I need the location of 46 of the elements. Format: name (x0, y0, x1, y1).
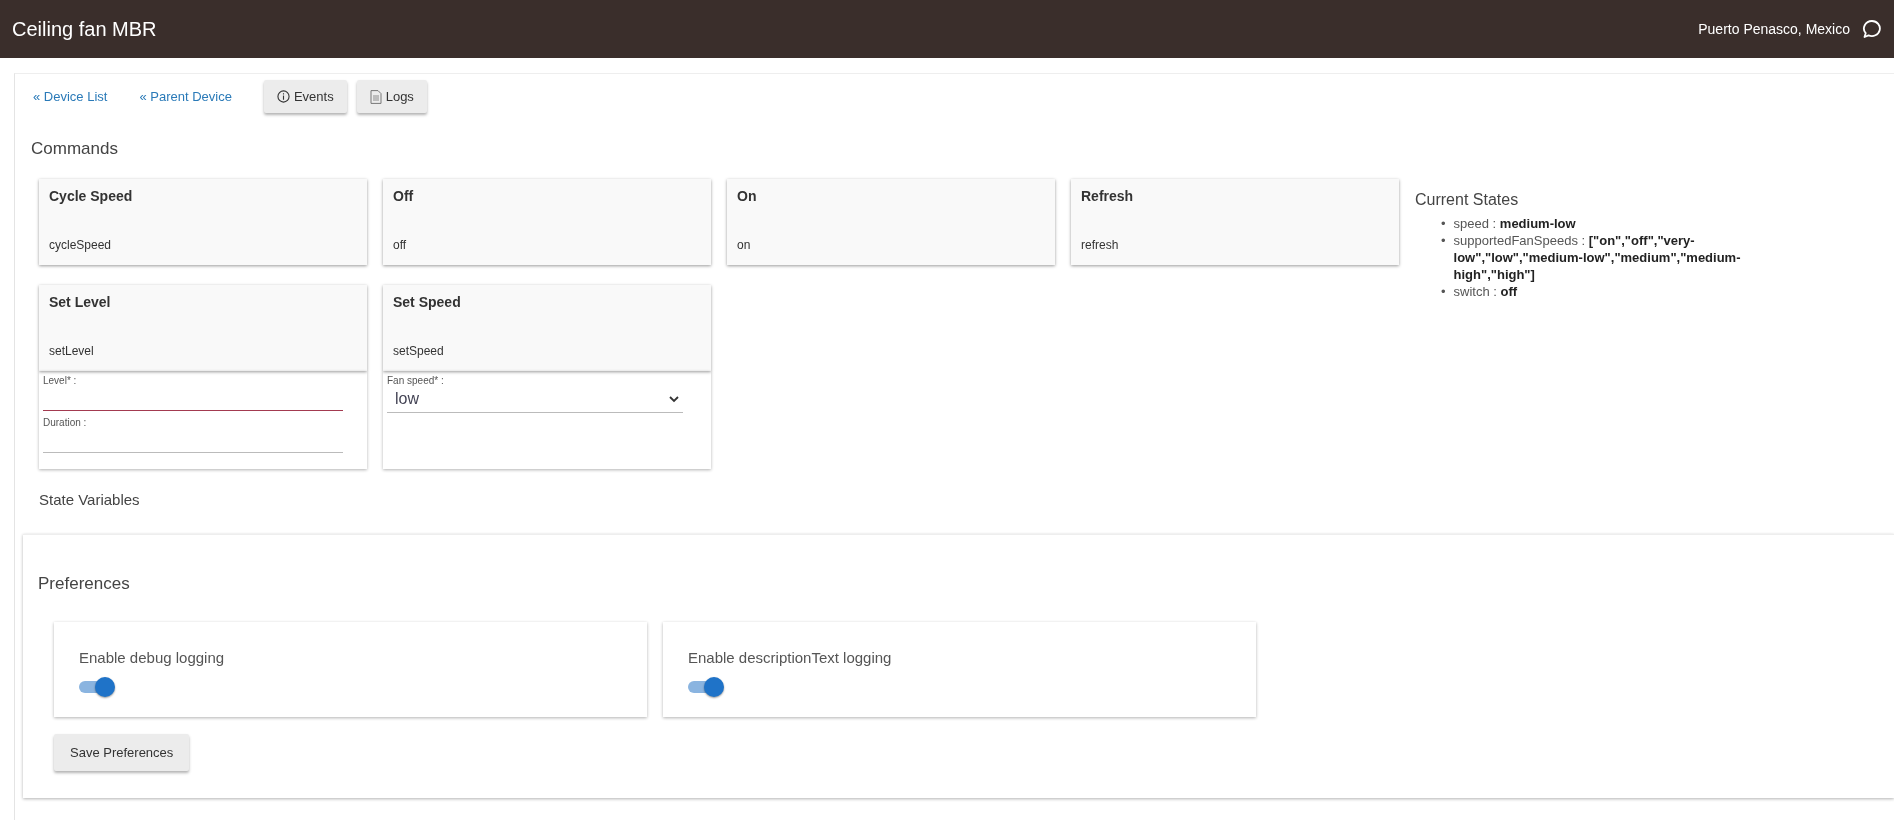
section-heading: Current States (1415, 191, 1520, 209)
command-button[interactable]: Set Level setLevel (39, 285, 367, 371)
save-preferences-button[interactable]: Save Preferences (54, 734, 190, 771)
state-item: speed : medium-low (1453, 215, 1577, 232)
location-text: Puerto Penasco, Mexico (1698, 21, 1850, 37)
logs-button[interactable]: Logs (356, 80, 427, 113)
command-title: Set Speed (393, 294, 462, 310)
caret-icon (669, 395, 679, 403)
list-bullet: • (1441, 232, 1446, 249)
command-title: Cycle Speed (49, 188, 134, 204)
list-bullet: • (1441, 215, 1446, 232)
command-title: On (737, 188, 758, 204)
command-title: Refresh (1081, 188, 1135, 204)
toggle-switch[interactable] (688, 676, 724, 698)
command-button[interactable]: Cycle Speed cycleSpeed (39, 179, 367, 265)
info-icon (276, 90, 290, 103)
document-icon (369, 89, 382, 104)
list-bullet: • (1441, 283, 1446, 300)
nav-link[interactable]: « Device List (33, 89, 108, 104)
events-button[interactable]: Events (263, 80, 347, 113)
toggle-switch[interactable] (79, 676, 115, 698)
command-method: setSpeed (393, 344, 445, 358)
command-button[interactable]: On on (727, 179, 1055, 265)
command-button[interactable]: Set Speed setSpeed (383, 285, 711, 371)
section-heading: Commands (31, 139, 119, 159)
nav-link[interactable]: « Parent Device (139, 89, 232, 104)
command-method: setLevel (49, 344, 95, 358)
command-method: refresh (1081, 238, 1120, 252)
command-method: cycleSpeed (49, 238, 113, 252)
preference-label: Enable descriptionText logging (688, 649, 893, 666)
command-method: off (393, 238, 408, 252)
command-method: on (737, 238, 752, 252)
command-button[interactable]: Refresh refresh (1071, 179, 1399, 265)
field-label: Duration : (43, 417, 88, 428)
command-title: Off (393, 188, 415, 204)
field-label: Fan speed* : (387, 375, 445, 386)
field-label: Level* : (43, 375, 78, 386)
section-heading: Preferences (38, 574, 131, 594)
state-item: switch : off (1453, 283, 1519, 300)
section-heading: State Variables (39, 491, 141, 508)
chat-icon[interactable] (1862, 19, 1882, 39)
command-button[interactable]: Off off (383, 179, 711, 265)
preference-label: Enable debug logging (79, 649, 226, 666)
fan-speed-dropdown[interactable]: low (387, 386, 683, 413)
command-title: Set Level (49, 294, 112, 310)
page-title: Ceiling fan MBR (12, 17, 157, 41)
